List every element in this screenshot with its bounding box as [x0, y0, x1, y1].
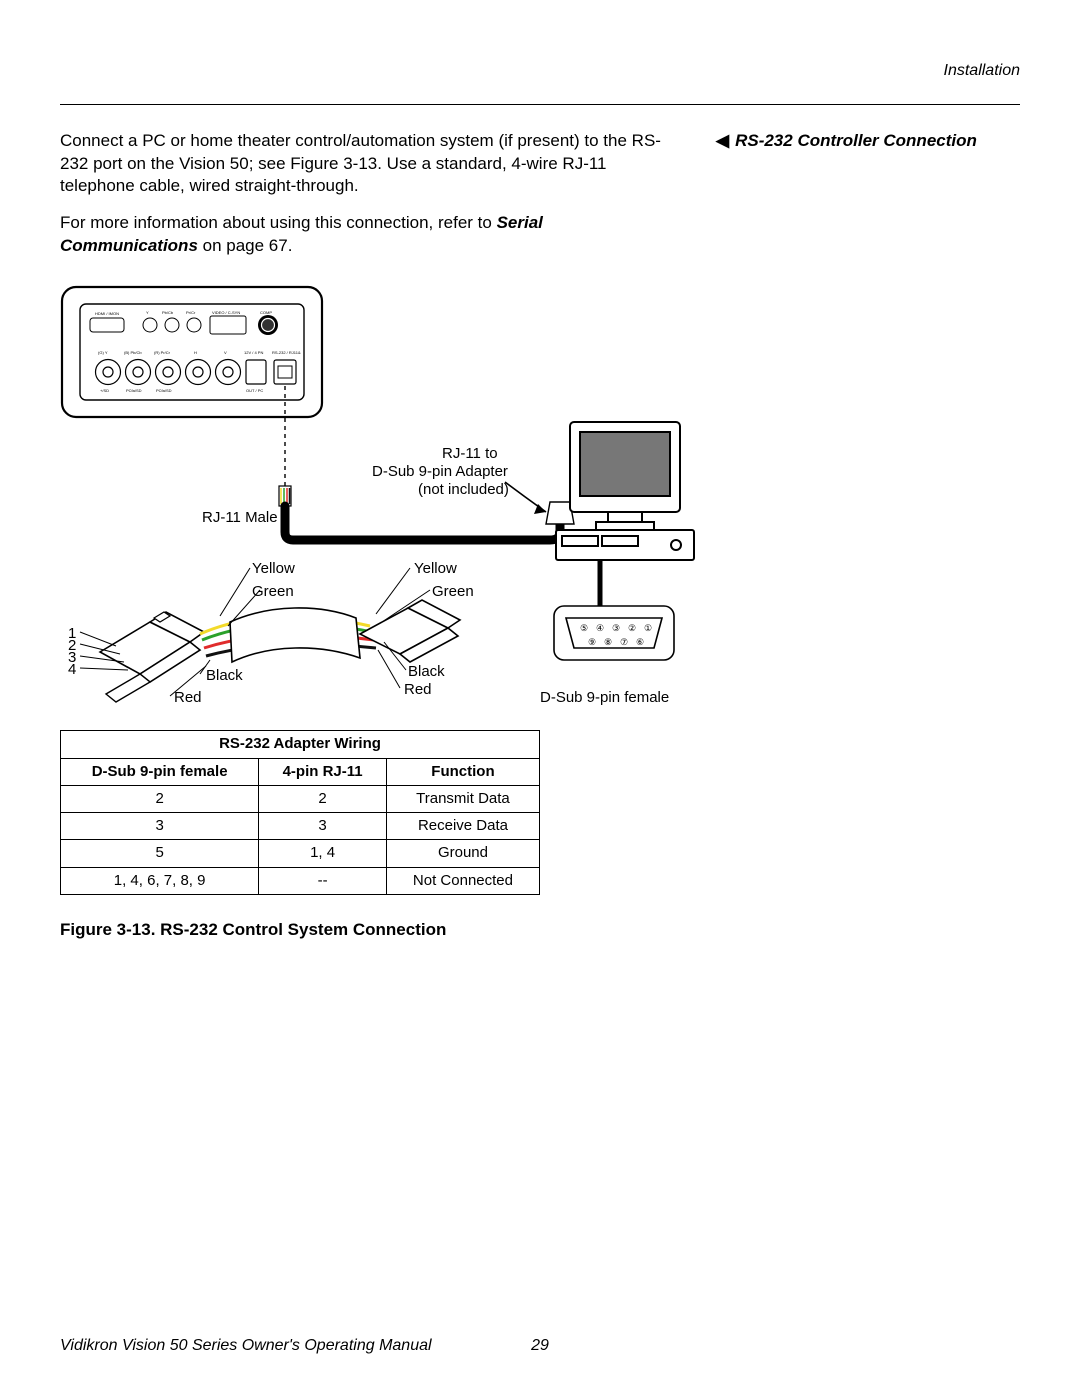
th-dsub: D-Sub 9-pin female	[61, 758, 259, 785]
svg-text:⑦: ⑦	[620, 637, 628, 647]
svg-text:(R) Pr/Cr: (R) Pr/Cr	[154, 350, 171, 355]
table-title: RS-232 Adapter Wiring	[61, 731, 540, 758]
svg-text:PCfa/SD: PCfa/SD	[126, 388, 142, 393]
svg-text:③: ③	[612, 623, 620, 633]
svg-text:H: H	[194, 350, 197, 355]
cell: Ground	[386, 840, 539, 867]
label-yellow-r: Yellow	[414, 559, 457, 579]
th-func: Function	[386, 758, 539, 785]
para-2: For more information about using this co…	[60, 212, 680, 258]
svg-text:+/SD: +/SD	[100, 388, 109, 393]
svg-text:①: ①	[644, 623, 652, 633]
svg-text:OUT / PC: OUT / PC	[246, 388, 263, 393]
svg-text:12V / 4 PN: 12V / 4 PN	[244, 350, 263, 355]
th-rj11: 4-pin RJ-11	[259, 758, 387, 785]
label-green-r: Green	[432, 582, 474, 602]
footer-page-number: 29	[531, 1335, 549, 1357]
svg-text:Pr/Cr: Pr/Cr	[186, 310, 196, 315]
label-green-l: Green	[252, 582, 294, 602]
svg-text:Pb/Cb: Pb/Cb	[162, 310, 174, 315]
figure-caption: Figure 3-13. RS-232 Control System Conne…	[60, 919, 1020, 942]
svg-text:V: V	[224, 350, 227, 355]
svg-text:⑧: ⑧	[604, 637, 612, 647]
table-row: 1, 4, 6, 7, 8, 9 -- Not Connected	[61, 867, 540, 894]
cell: 3	[259, 813, 387, 840]
cell: 1, 4	[259, 840, 387, 867]
svg-text:Y: Y	[146, 310, 149, 315]
pin-4: 4	[68, 660, 76, 680]
back-arrow-icon: ◀	[716, 130, 729, 153]
label-dsub-female: D-Sub 9-pin female	[540, 688, 669, 708]
cell: 2	[61, 785, 259, 812]
svg-text:HDMI / IMON: HDMI / IMON	[95, 311, 119, 316]
svg-text:RS-232 / RJ11&: RS-232 / RJ11&	[272, 350, 301, 355]
cell: 5	[61, 840, 259, 867]
svg-text:⑤: ⑤	[580, 623, 588, 633]
svg-text:VIDEO / C-SYN: VIDEO / C-SYN	[212, 310, 240, 315]
footer-manual-title: Vidikron Vision 50 Series Owner's Operat…	[60, 1335, 432, 1357]
label-red-l: Red	[174, 688, 202, 708]
svg-text:(B) Pb/Cb: (B) Pb/Cb	[124, 350, 142, 355]
cell: --	[259, 867, 387, 894]
cell: Not Connected	[386, 867, 539, 894]
svg-text:COMP: COMP	[260, 310, 272, 315]
cell: 3	[61, 813, 259, 840]
table-row: 2 2 Transmit Data	[61, 785, 540, 812]
svg-text:④: ④	[596, 623, 604, 633]
svg-text:PCfa/SD: PCfa/SD	[156, 388, 172, 393]
header-rule	[60, 104, 1020, 105]
wiring-table: RS-232 Adapter Wiring D-Sub 9-pin female…	[60, 730, 540, 895]
cell: 2	[259, 785, 387, 812]
label-black-l: Black	[206, 666, 243, 686]
para-2-c: on page 67.	[198, 236, 293, 255]
chapter-header: Installation	[60, 60, 1020, 82]
cell: Transmit Data	[386, 785, 539, 812]
table-row: 3 3 Receive Data	[61, 813, 540, 840]
figure-3-13-diagram: HDMI / IMON Y Pb/Cb Pr/Cr VIDEO / C-SYN CO…	[60, 282, 700, 712]
page-footer: Vidikron Vision 50 Series Owner's Operat…	[60, 1335, 1020, 1357]
table-row: 5 1, 4 Ground	[61, 840, 540, 867]
svg-text:⑥: ⑥	[636, 637, 644, 647]
section-title: RS-232 Controller Connection	[735, 131, 977, 150]
para-1: Connect a PC or home theater control/aut…	[60, 130, 680, 199]
label-yellow-l: Yellow	[252, 559, 295, 579]
svg-text:(G) Y: (G) Y	[98, 350, 108, 355]
para-2-a: For more information about using this co…	[60, 213, 497, 232]
svg-text:⑨: ⑨	[588, 637, 596, 647]
cell: Receive Data	[386, 813, 539, 840]
label-rj11-male: RJ-11 Male	[202, 508, 278, 528]
cell: 1, 4, 6, 7, 8, 9	[61, 867, 259, 894]
label-red-r: Red	[404, 680, 432, 700]
svg-text:②: ②	[628, 623, 636, 633]
label-not-included: (not included)	[418, 480, 509, 500]
